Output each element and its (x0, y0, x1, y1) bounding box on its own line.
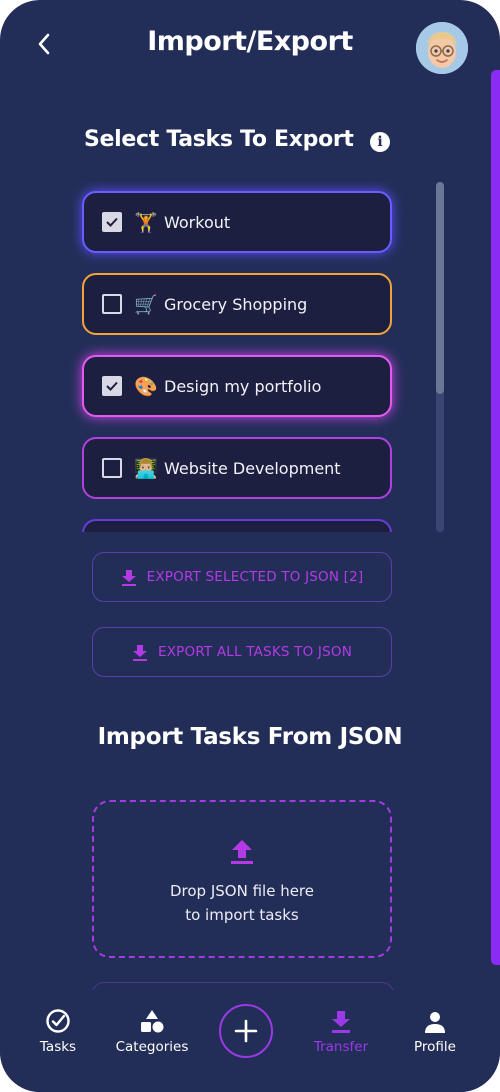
app-screen: Import/Export Select Tasks To Export i 🏋… (0, 0, 500, 1092)
task-checkbox[interactable] (102, 294, 122, 314)
export-all-button[interactable]: EXPORT ALL TASKS TO JSON (92, 627, 392, 677)
task-item-grocery-shopping[interactable]: 🛒 Grocery Shopping (82, 273, 392, 335)
download-icon (331, 1008, 351, 1034)
check-circle-icon (45, 1008, 71, 1034)
dropzone-text-line2: to import tasks (185, 906, 299, 924)
task-item-design-portfolio[interactable]: 🎨 Design my portfolio (82, 355, 392, 417)
checkmark-icon (106, 381, 118, 391)
nav-transfer[interactable]: Transfer (306, 1008, 376, 1055)
avatar[interactable] (416, 22, 468, 74)
import-section-title: Import Tasks From JSON (97, 724, 403, 750)
nav-transfer-label: Transfer (313, 1039, 369, 1055)
task-checkbox[interactable] (102, 376, 122, 396)
task-emoji-icon: 🎨 (134, 375, 158, 398)
checkmark-icon (106, 217, 118, 227)
nav-tasks[interactable]: Tasks (36, 1008, 80, 1055)
upload-icon (230, 839, 254, 869)
task-list-scrollbar[interactable] (436, 182, 444, 532)
nav-categories[interactable]: Categories (112, 1008, 192, 1055)
json-dropzone[interactable]: Drop JSON file here to import tasks (92, 800, 392, 958)
task-list[interactable]: 🏋️ Workout 🛒 Grocery Shopping 🎨 Design m… (70, 180, 410, 532)
task-item-partial[interactable] (82, 519, 392, 532)
export-selected-button[interactable]: EXPORT SELECTED TO JSON [2] (92, 552, 392, 602)
scrollbar-thumb[interactable] (436, 182, 444, 394)
nav-profile-label: Profile (414, 1039, 456, 1055)
task-label: Workout (164, 212, 231, 232)
dropzone-text-line1: Drop JSON file here (169, 882, 314, 900)
plus-icon (234, 1019, 258, 1043)
export-section-title: Select Tasks To Export (84, 127, 354, 152)
task-emoji-icon: 🏋️ (134, 211, 158, 234)
download-icon (132, 644, 148, 661)
task-label: Website Development (164, 458, 341, 478)
nav-tasks-label: Tasks (39, 1039, 77, 1055)
task-emoji-icon: 🛒 (134, 293, 158, 316)
add-task-button[interactable] (219, 1004, 273, 1058)
nav-categories-label: Categories (115, 1039, 189, 1055)
export-selected-label: EXPORT SELECTED TO JSON [2] (146, 569, 364, 585)
memoji-avatar-icon (416, 22, 468, 74)
info-icon[interactable]: i (370, 132, 390, 152)
task-checkbox[interactable] (102, 458, 122, 478)
nav-profile[interactable]: Profile (410, 1008, 460, 1055)
task-label: Design my portfolio (164, 376, 322, 396)
export-all-label: EXPORT ALL TASKS TO JSON (157, 644, 352, 660)
task-emoji-icon: 👨🏼‍💻 (134, 457, 158, 480)
page-scroll-indicator[interactable] (491, 70, 500, 965)
task-label: Grocery Shopping (164, 294, 308, 314)
task-item-workout[interactable]: 🏋️ Workout (82, 191, 392, 253)
person-icon (423, 1008, 447, 1034)
shapes-icon (139, 1008, 165, 1034)
task-checkbox[interactable] (102, 212, 122, 232)
download-icon (121, 569, 137, 586)
task-item-website-development[interactable]: 👨🏼‍💻 Website Development (82, 437, 392, 499)
